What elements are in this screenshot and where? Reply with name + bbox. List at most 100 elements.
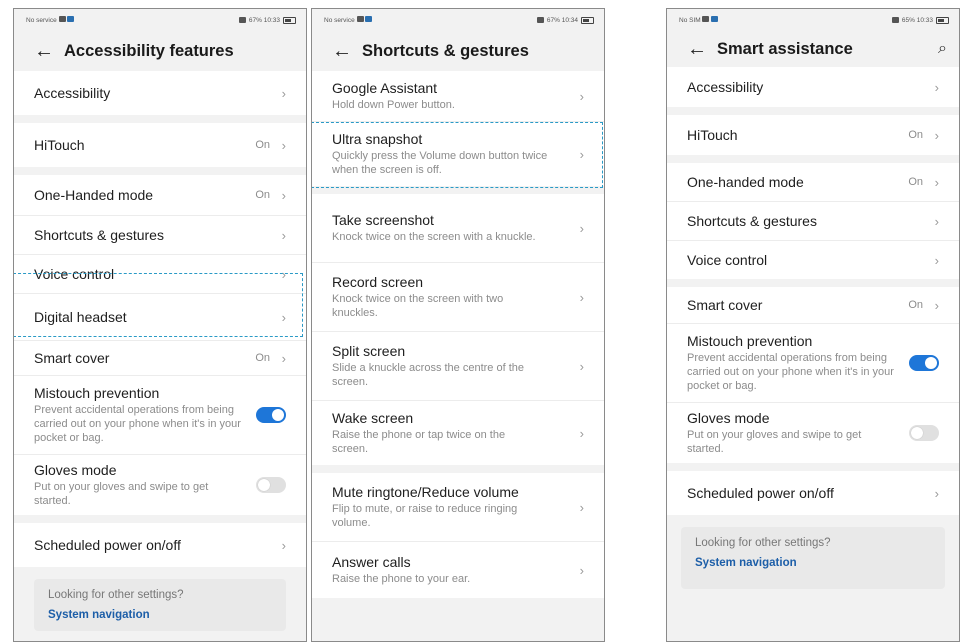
setting-scheduled-power[interactable]: Scheduled power on/off › [667,471,959,515]
setting-gloves-mode[interactable]: Gloves mode Put on your gloves and swipe… [14,455,306,515]
phone-shortcuts-gestures: No service 67% 10:34 ← Shortcuts & gestu… [311,8,605,642]
system-navigation-link[interactable]: System navigation [48,609,272,621]
chevron-right-icon: › [579,358,584,374]
setting-description: Knock twice on the screen with two knuck… [332,293,504,319]
setting-scheduled-power[interactable]: Scheduled power on/off › [14,523,306,567]
setting-mistouch-prevention[interactable]: Mistouch prevention Prevent accidental o… [667,324,959,403]
setting-hitouch[interactable]: HiTouch On › [667,115,959,155]
setting-one-handed-mode[interactable]: One-Handed mode On › [14,175,306,216]
header: ← Shortcuts & gestures [312,31,604,71]
chevron-right-icon: › [934,252,939,268]
setting-shortcuts-gestures[interactable]: Shortcuts & gestures › [667,202,959,241]
notification-icon [356,16,364,22]
system-navigation-link[interactable]: System navigation [695,557,931,569]
back-arrow-icon[interactable]: ← [687,39,717,59]
mistouch-toggle[interactable] [909,355,939,371]
setting-label: Ultra snapshot [332,131,423,147]
setting-label: HiTouch [34,136,85,153]
setting-label: Smart cover [34,349,110,366]
chevron-right-icon: › [281,309,286,325]
mistouch-toggle[interactable] [256,407,286,423]
setting-description: Flip to mute, or raise to reduce ringing… [332,503,518,529]
setting-description: Slide a knuckle across the centre of the… [332,362,524,388]
setting-value: On [908,299,923,311]
setting-take-screenshot[interactable]: Take screenshot Knock twice on the scree… [312,194,604,263]
setting-description: Prevent accidental operations from being… [687,352,894,392]
setting-wake-screen[interactable]: Wake screen Raise the phone or tap twice… [312,401,604,465]
setting-description: Put on your gloves and swipe to get star… [34,481,209,507]
setting-mute-ringtone[interactable]: Mute ringtone/Reduce volume Flip to mute… [312,473,604,542]
signal-icon [238,17,246,23]
setting-label: Wake screen [332,410,414,426]
chevron-right-icon: › [281,227,286,243]
settings-group: Smart cover On › Mistouch prevention Pre… [667,287,959,463]
signal-icon [536,17,544,23]
settings-group: HiTouch On › [667,115,959,155]
setting-smart-cover[interactable]: Smart cover On › [14,341,306,376]
back-arrow-icon[interactable]: ← [34,41,64,61]
chevron-right-icon: › [579,425,584,441]
setting-label: Scheduled power on/off [687,484,834,501]
battery-icon [283,16,296,24]
other-settings-card: Looking for other settings? System navig… [34,579,286,631]
setting-one-handed-mode[interactable]: One-handed mode On › [667,163,959,202]
setting-hitouch[interactable]: HiTouch On › [14,123,306,167]
setting-voice-control[interactable]: Voice control › [667,241,959,279]
setting-answer-calls[interactable]: Answer calls Raise the phone to your ear… [312,542,604,598]
setting-accessibility[interactable]: Accessibility › [14,71,306,115]
setting-split-screen[interactable]: Split screen Slide a knuckle across the … [312,332,604,401]
setting-gloves-mode[interactable]: Gloves mode Put on your gloves and swipe… [667,403,959,463]
setting-label: Accessibility [687,78,764,95]
setting-voice-control[interactable]: Voice control › [14,255,306,294]
chevron-right-icon: › [281,137,286,153]
setting-label: Mistouch prevention [687,333,813,349]
setting-label: Mute ringtone/Reduce volume [332,484,519,500]
chevron-right-icon: › [281,350,286,366]
setting-description: Quickly press the Volume down button twi… [332,150,548,176]
chevron-right-icon: › [934,485,939,501]
setting-mistouch-prevention[interactable]: Mistouch prevention Prevent accidental o… [14,376,306,455]
setting-label: Scheduled power on/off [34,536,181,553]
settings-group: Google Assistant Hold down Power button.… [312,71,604,186]
setting-shortcuts-gestures[interactable]: Shortcuts & gestures › [14,216,306,255]
setting-record-screen[interactable]: Record screen Knock twice on the screen … [312,263,604,332]
status-right: 65% 10:33 [901,16,933,24]
setting-ultra-snapshot[interactable]: Ultra snapshot Quickly press the Volume … [312,122,604,186]
chevron-right-icon: › [934,127,939,143]
page-title: Accessibility features [64,41,234,60]
settings-group: Take screenshot Knock twice on the scree… [312,194,604,465]
chevron-right-icon: › [579,289,584,305]
status-right: 67% 10:34 [546,16,578,24]
setting-smart-cover[interactable]: Smart cover On › [667,287,959,324]
setting-digital-headset[interactable]: Digital headset › [14,294,306,341]
chevron-right-icon: › [281,187,286,203]
chevron-right-icon: › [579,146,584,162]
gloves-toggle[interactable] [256,477,286,493]
battery-icon [581,16,594,24]
setting-label: Mistouch prevention [34,385,160,401]
settings-group: One-handed mode On › Shortcuts & gesture… [667,163,959,279]
settings-group: Accessibility › [667,67,959,107]
back-arrow-icon[interactable]: ← [332,41,362,61]
header: ← Smart assistance ⌕ [667,31,959,67]
header: ← Accessibility features [14,31,306,71]
chevron-right-icon: › [281,266,286,282]
setting-accessibility[interactable]: Accessibility › [667,67,959,107]
gloves-toggle[interactable] [909,425,939,441]
chevron-right-icon: › [934,213,939,229]
setting-label: Voice control [687,251,768,268]
search-icon[interactable]: ⌕ [938,40,947,58]
status-left: No SIM [679,17,701,24]
chevron-right-icon: › [934,79,939,95]
setting-label: Record screen [332,274,424,290]
chevron-right-icon: › [934,174,939,190]
settings-group: Scheduled power on/off › [14,523,306,567]
settings-group: Mute ringtone/Reduce volume Flip to mute… [312,473,604,598]
setting-label: Shortcuts & gestures [34,226,164,243]
settings-group: Scheduled power on/off › [667,471,959,515]
setting-label: HiTouch [687,126,738,143]
setting-google-assistant[interactable]: Google Assistant Hold down Power button.… [312,71,604,122]
status-bar: No service 67% 10:34 [312,9,604,31]
phone-smart-assistance: No SIM 65% 10:33 ← Smart assistance ⌕ Ac… [666,8,960,642]
page-title: Shortcuts & gestures [362,41,529,60]
